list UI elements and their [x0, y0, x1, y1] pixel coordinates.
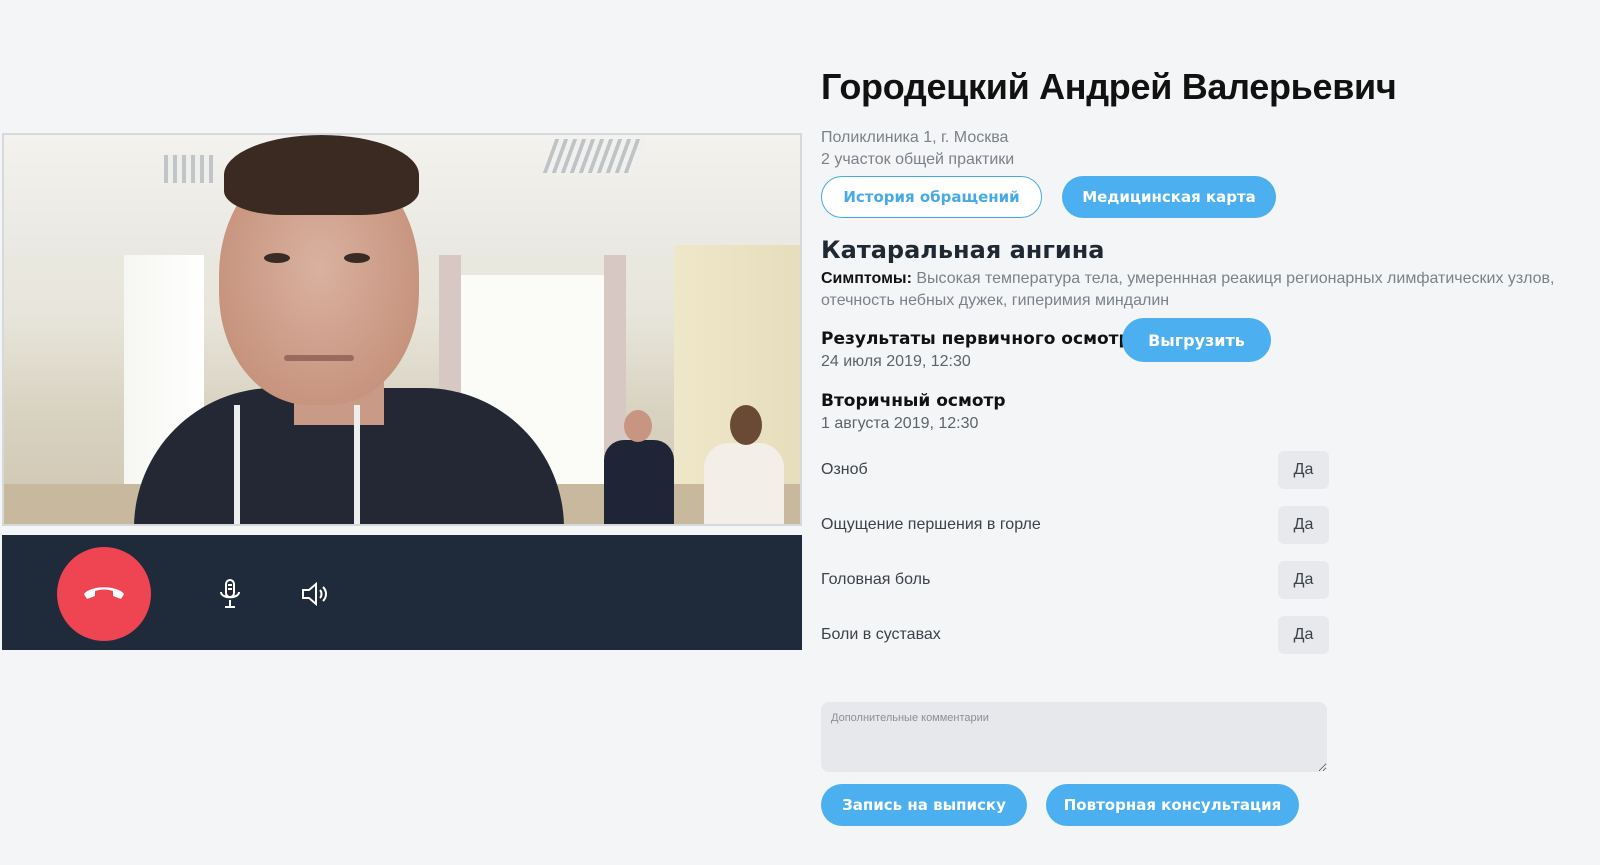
answer-button[interactable]: Да [1278, 506, 1329, 544]
background-person [604, 410, 674, 524]
medical-card-button[interactable]: Медицинская карта [1062, 176, 1276, 218]
speaker-volume-icon [301, 581, 331, 610]
patient-clinic: Поликлиника 1, г. Москва [821, 129, 1009, 146]
repeat-consultation-button[interactable]: Повторная консультация [1046, 784, 1299, 826]
question-row: Головная боль Да [821, 561, 1329, 599]
symptoms-value: Высокая температура тела, умереннная реа… [821, 270, 1555, 309]
symptoms-text: Симптомы: Высокая температура тела, умер… [821, 268, 1581, 312]
hangup-button[interactable] [57, 547, 151, 641]
lanyard [354, 405, 360, 524]
comments-field[interactable] [821, 702, 1327, 772]
answer-button[interactable]: Да [1278, 561, 1329, 599]
background-person [704, 405, 784, 524]
answer-button[interactable]: Да [1278, 451, 1329, 489]
video-feed [2, 133, 802, 526]
question-row: Боли в суставах Да [821, 616, 1329, 654]
microphone-icon [217, 578, 243, 613]
primary-exam-title: Результаты первичного осмотра [821, 329, 1143, 349]
question-row: Ощущение першения в горле Да [821, 506, 1329, 544]
primary-exam-date: 24 июля 2019, 12:30 [821, 353, 971, 370]
question-row: Озноб Да [821, 451, 1329, 489]
question-label: Головная боль [821, 571, 931, 588]
question-label: Озноб [821, 461, 868, 478]
question-label: Боли в суставах [821, 626, 941, 643]
patient-district: 2 участок общей практики [821, 151, 1015, 168]
speaker-button[interactable] [298, 577, 334, 613]
discharge-button[interactable]: Запись на выписку [821, 784, 1027, 826]
secondary-exam-date: 1 августа 2019, 12:30 [821, 415, 979, 432]
history-button[interactable]: История обращений [821, 176, 1042, 218]
call-control-bar [2, 535, 802, 650]
question-label: Ощущение першения в горле [821, 516, 1041, 533]
export-button[interactable]: Выгрузить [1122, 318, 1271, 362]
secondary-exam-title: Вторичный осмотр [821, 391, 1006, 411]
answer-button[interactable]: Да [1278, 616, 1329, 654]
symptoms-label: Симптомы: [821, 270, 912, 287]
phone-hangup-icon [81, 582, 127, 607]
lanyard [234, 405, 240, 524]
caller-person [134, 135, 564, 524]
microphone-button[interactable] [212, 577, 248, 613]
patient-name: Городецкий Андрей Валерьевич [821, 66, 1397, 107]
diagnosis-title: Катаральная ангина [821, 236, 1105, 264]
